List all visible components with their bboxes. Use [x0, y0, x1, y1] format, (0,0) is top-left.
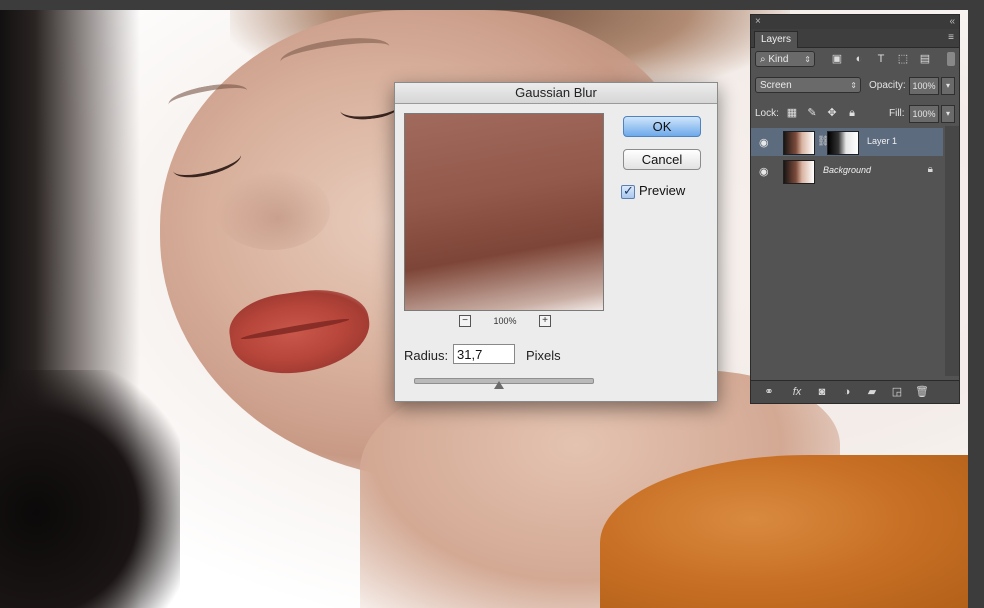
layer-row-background[interactable]: ◉ Background 🔒︎	[751, 157, 943, 185]
filter-kind-value: Kind	[768, 54, 789, 65]
panel-collapse-icon[interactable]: «	[949, 16, 955, 27]
fill-input[interactable]: 100%	[909, 105, 939, 123]
fill-dropdown-icon[interactable]: ▾	[941, 105, 955, 123]
tab-layers[interactable]: Layers	[754, 31, 799, 48]
pixel-filter-icon[interactable]: ▣	[829, 51, 845, 67]
fill-label: Fill:	[889, 108, 905, 119]
select-arrows-icon: ⇕	[804, 55, 811, 64]
panel-tab-row: Layers ≡	[751, 29, 959, 48]
layers-scrollbar[interactable]	[945, 126, 959, 376]
opacity-input[interactable]: 100%	[909, 77, 939, 95]
photo-nose	[215, 170, 330, 250]
window-right-frame	[968, 0, 984, 608]
fx-icon[interactable]: fx	[789, 385, 805, 399]
lock-position-icon[interactable]: ✥	[825, 106, 839, 120]
lock-label: Lock:	[755, 108, 779, 119]
mask-icon[interactable]: ◙	[814, 385, 830, 399]
smart-object-filter-icon[interactable]: ▤	[917, 51, 933, 67]
layer-name[interactable]: Background	[823, 165, 871, 175]
visibility-eye-icon[interactable]: ◉	[759, 165, 769, 178]
zoom-controls: − 100% +	[455, 315, 555, 329]
window-top-frame	[0, 0, 984, 10]
trash-icon[interactable]: 🗑︎	[914, 385, 930, 399]
radius-label: Radius:	[404, 348, 449, 363]
lock-row: Lock: ▦ ✎ ✥ 🔒︎ Fill: 100% ▾	[755, 105, 955, 123]
cancel-button[interactable]: Cancel	[623, 149, 701, 170]
layers-panel: × « Layers ≡ ⌕ Kind ⇕ ▣ ◐ T ⬚ ▤ Screen ⇕…	[750, 14, 960, 404]
radius-slider-track[interactable]	[414, 378, 594, 384]
layer-row-layer-1[interactable]: ◉ ⛓ Layer 1	[751, 128, 943, 156]
shape-filter-icon[interactable]: ⬚	[895, 51, 911, 67]
layer-name[interactable]: Layer 1	[867, 136, 897, 146]
dialog-title[interactable]: Gaussian Blur	[395, 83, 717, 104]
layer-locked-icon: 🔒︎	[927, 164, 933, 175]
link-icon[interactable]: ⚭	[761, 385, 777, 399]
lock-all-icon[interactable]: 🔒︎	[845, 106, 859, 120]
blur-preview-image[interactable]	[404, 113, 604, 311]
gaussian-blur-dialog: Gaussian Blur − 100% + OK Cancel ✓ Previe…	[394, 82, 718, 402]
blend-mode-select[interactable]: Screen ⇕	[755, 77, 861, 93]
layers-list: ◉ ⛓ Layer 1 ◉ Background 🔒︎	[751, 126, 959, 376]
ok-button[interactable]: OK	[623, 116, 701, 137]
opacity-dropdown-icon[interactable]: ▾	[941, 77, 955, 95]
blend-row: Screen ⇕ Opacity: 100% ▾	[755, 77, 955, 95]
panel-menu-icon[interactable]: ≡	[948, 32, 954, 43]
adjustment-icon[interactable]: ◑	[839, 385, 855, 399]
visibility-eye-icon[interactable]: ◉	[759, 136, 769, 149]
preview-checkbox-row[interactable]: ✓ Preview	[621, 183, 685, 199]
panel-close-icon[interactable]: ×	[755, 16, 761, 27]
layer-filter-row: ⌕ Kind ⇕ ▣ ◐ T ⬚ ▤	[755, 51, 955, 69]
panel-header: × «	[751, 15, 959, 29]
opacity-label: Opacity:	[869, 80, 906, 91]
type-filter-icon[interactable]: T	[873, 51, 889, 67]
select-arrows-icon: ⇕	[850, 81, 857, 90]
zoom-out-button[interactable]: −	[459, 315, 471, 327]
preview-label: Preview	[639, 183, 686, 198]
layer-thumbnail[interactable]	[783, 131, 815, 155]
filter-toggle[interactable]	[947, 52, 955, 66]
lock-transparent-icon[interactable]: ▦	[785, 106, 799, 120]
check-icon: ✓	[623, 182, 634, 198]
radius-slider-thumb[interactable]	[494, 381, 504, 389]
folder-icon[interactable]: ▰	[864, 385, 880, 399]
layer-thumbnail[interactable]	[783, 160, 815, 184]
blend-mode-value: Screen	[760, 80, 792, 91]
zoom-in-button[interactable]: +	[539, 315, 551, 327]
new-layer-icon[interactable]: ◲	[889, 385, 905, 399]
lock-paint-icon[interactable]: ✎	[805, 106, 819, 120]
layers-bottom-toolbar: ⚭ fx ◙ ◑ ▰ ◲ 🗑︎	[751, 380, 959, 403]
layer-mask-thumbnail[interactable]	[827, 131, 859, 155]
zoom-level: 100%	[493, 316, 517, 326]
preview-checkbox[interactable]: ✓	[621, 182, 635, 199]
filter-kind-select[interactable]: ⌕ Kind ⇕	[755, 51, 815, 67]
radius-input[interactable]	[453, 344, 515, 364]
search-icon: ⌕	[760, 54, 766, 65]
adjustment-filter-icon[interactable]: ◐	[851, 51, 867, 67]
photo-dark-bottom-left	[0, 370, 180, 608]
radius-unit: Pixels	[526, 348, 561, 363]
